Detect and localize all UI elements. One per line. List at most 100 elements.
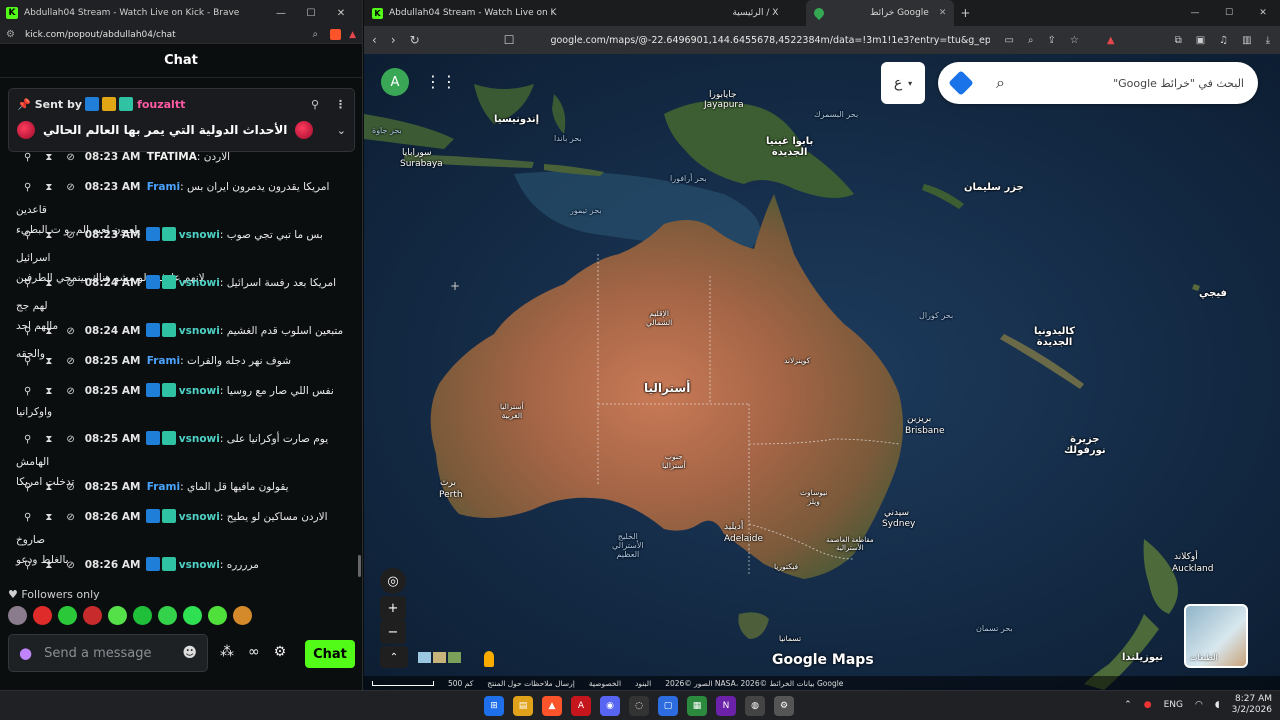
download-icon[interactable]: ⤓ [1266,35,1270,46]
pin-icon[interactable]: ⚲ [24,273,31,295]
pin-icon[interactable]: ⚲ [24,351,31,373]
minimize-button[interactable]: — [1178,8,1212,18]
google-apps-icon[interactable]: ⋮⋮ [425,72,457,91]
emote-icon[interactable] [108,606,127,625]
star-icon[interactable]: ☆ [1070,35,1079,46]
ban-icon[interactable]: ⊘ [66,555,74,577]
message-username[interactable]: Frami [147,355,180,367]
pinned-username[interactable]: fouzaltt [137,98,185,111]
zoom-in-button[interactable]: + [380,596,406,620]
acrobat-icon[interactable]: A [571,696,591,716]
kick-points-icon[interactable]: ⁂ [220,644,234,660]
label-new-zealand[interactable]: نيوزيلندا [1122,652,1163,663]
sidebar-icon[interactable]: ▥ [1242,35,1251,46]
city-sydney[interactable]: Sydney [882,519,915,529]
forward-icon[interactable]: › [391,33,396,47]
unpin-icon[interactable]: ⚲ [311,98,319,111]
message-username[interactable]: TFATIMA [147,151,197,163]
terms-link[interactable]: البنود [635,679,651,688]
message-username[interactable]: vsnowi [179,229,220,241]
close-tab-icon[interactable]: ✕ [939,8,947,18]
map-canvas[interactable]: أستراليا إندونيسيا بابوا غينيا الجديدة ج… [364,54,1280,690]
ban-icon[interactable]: ⊘ [66,351,74,373]
message-username[interactable]: Frami [147,181,180,193]
timeout-icon[interactable]: ⧗ [45,555,52,577]
tab-x-home[interactable]: الرئيسية / X [634,0,786,26]
label-papua-new-guinea[interactable]: بابوا غينيا الجديدة [766,136,813,158]
message-username[interactable]: vsnowi [179,385,220,397]
label-indonesia[interactable]: إندونيسيا [494,114,539,125]
pin-icon[interactable]: ⚲ [24,381,31,403]
discord-icon[interactable]: ◉ [600,696,620,716]
map-type-tiles[interactable] [418,652,461,663]
timeout-icon[interactable]: ⧗ [45,429,52,451]
ban-icon[interactable]: ⊘ [66,429,74,451]
city-jayapura[interactable]: Jayapura [704,100,744,110]
timeout-icon[interactable]: ⧗ [45,477,52,499]
city-brisbane[interactable]: Brisbane [905,426,945,436]
pin-icon[interactable]: ⚲ [24,321,31,343]
search-input[interactable]: البحث في "خرائط Google" [1113,77,1244,90]
extensions-icon[interactable]: ⧉ [1175,35,1182,46]
ban-icon[interactable]: ⊘ [66,225,74,247]
zoom-icon[interactable]: ⌕ [1028,35,1034,46]
emote-icon[interactable] [58,606,77,625]
brave-shields-icon[interactable] [330,29,342,40]
tab-kick-stream[interactable]: K Abdullah04 Stream - Watch Live on K [364,0,564,26]
maximize-button[interactable]: ☐ [1212,8,1246,18]
timeout-icon[interactable]: ⧗ [45,351,52,373]
ban-icon[interactable]: ⊘ [66,507,74,529]
brave-rewards-icon[interactable]: ▲ [1107,35,1115,46]
directions-icon[interactable] [948,70,974,96]
app-icon[interactable]: ◌ [629,696,649,716]
language-indicator[interactable]: ENG [1164,700,1183,710]
wallet-icon[interactable]: ▣ [1196,35,1205,46]
search-icon[interactable]: ⌕ [996,73,1005,93]
expand-icon[interactable]: ⌃ [380,646,408,668]
timeout-icon[interactable]: ⧗ [45,381,52,403]
brave-rewards-icon[interactable]: ▲ [349,30,356,40]
ban-icon[interactable]: ⊘ [66,177,74,199]
game-icon[interactable]: ▦ [687,696,707,716]
label-new-caledonia[interactable]: كاليدونيا الجديدة [1034,326,1075,348]
account-avatar[interactable]: A [381,68,409,96]
infinity-icon[interactable]: ∞ [248,644,260,660]
reload-icon[interactable]: ↻ [410,33,420,47]
label-norfolk-island[interactable]: جزيرة نورفولك [1064,434,1106,456]
ban-icon[interactable]: ⊘ [66,477,74,499]
message-username[interactable]: Frami [147,481,180,493]
chat-scrollbar[interactable] [358,555,361,577]
steam-icon[interactable]: ◍ [745,696,765,716]
emoji-picker-icon[interactable]: ☻ [182,645,197,661]
message-username[interactable]: vsnowi [179,511,220,523]
next-icon[interactable]: N [716,696,736,716]
minimize-button[interactable]: — [266,8,296,19]
privacy-link[interactable]: الخصوصية [589,679,621,688]
pin-icon[interactable]: ⚲ [24,150,31,169]
label-fiji[interactable]: فيجي [1199,288,1227,299]
message-username[interactable]: vsnowi [179,277,220,289]
close-button[interactable]: ✕ [1246,8,1280,18]
ban-icon[interactable]: ⊘ [66,273,74,295]
label-solomon-islands[interactable]: جزر سليمان [964,182,1024,193]
music-icon[interactable]: ♫ [1219,35,1228,46]
new-tab-button[interactable]: + [960,6,970,20]
tab-google-maps[interactable]: خرائط Google ✕ [806,0,955,26]
zoom-out-button[interactable]: − [380,620,406,644]
timeout-icon[interactable]: ⧗ [45,273,52,295]
emote-icon[interactable] [158,606,177,625]
input-language-button[interactable]: ع ▾ [881,62,925,104]
mic-icon[interactable]: ● [1144,700,1152,710]
bookmark-icon[interactable]: ☐ [504,33,515,47]
layers-button[interactable]: الطبقات [1184,604,1248,668]
message-username[interactable]: vsnowi [179,559,220,571]
city-surabaya[interactable]: Surabaya [400,159,443,169]
maximize-button[interactable]: ☐ [296,8,326,19]
emote-icon[interactable] [83,606,102,625]
file-explorer-icon[interactable]: ▤ [513,696,533,716]
ban-icon[interactable]: ⊘ [66,150,74,169]
emote-icon[interactable] [208,606,227,625]
volume-icon[interactable]: ◖ [1215,700,1220,710]
microphone-icon[interactable]: ● [19,644,32,662]
pin-icon[interactable]: ⚲ [24,177,31,199]
